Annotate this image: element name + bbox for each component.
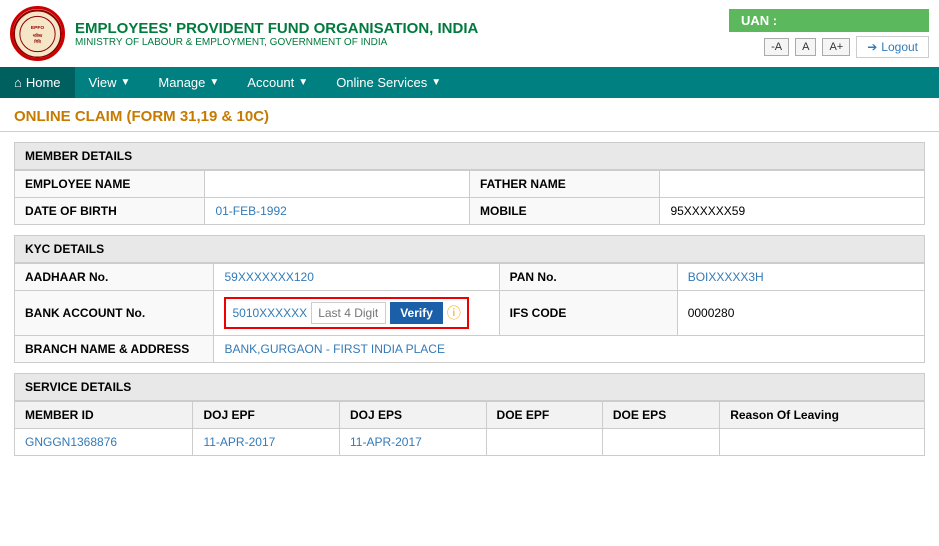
uan-box: UAN :	[729, 9, 929, 32]
nav-manage[interactable]: Manage ▼	[144, 67, 233, 98]
dob-value: 01-FEB-1992	[205, 198, 470, 225]
chevron-down-icon: ▼	[121, 77, 131, 88]
chevron-down-icon: ▼	[431, 77, 441, 88]
org-name: EMPLOYEES' PROVIDENT FUND ORGANISATION, …	[75, 20, 478, 37]
col-member-id: MEMBER ID	[15, 402, 193, 429]
member-id-value[interactable]: GNGGN1368876	[15, 429, 193, 456]
service-details-table: MEMBER ID DOJ EPF DOJ EPS DOE EPF DOE EP…	[14, 401, 925, 456]
bank-account-label: BANK ACCOUNT No.	[15, 291, 214, 336]
org-logo: EPFO भविष्य निधि	[10, 6, 65, 61]
org-info: EPFO भविष्य निधि EMPLOYEES' PROVIDENT FU…	[10, 6, 478, 61]
font-normal-button[interactable]: A	[795, 38, 816, 56]
doe-epf-value	[486, 429, 602, 456]
main-nav: ⌂ Home View ▼ Manage ▼ Account ▼ Online …	[0, 67, 939, 98]
logout-button[interactable]: ➔ Logout	[856, 36, 929, 58]
top-right: UAN : -A A A+ ➔ Logout	[729, 9, 929, 58]
nav-view[interactable]: View ▼	[75, 67, 145, 98]
ifs-value: 0000280	[677, 291, 924, 336]
font-increase-button[interactable]: A+	[822, 38, 850, 56]
doj-epf-value: 11-APR-2017	[193, 429, 340, 456]
employee-name-label: EMPLOYEE NAME	[15, 171, 205, 198]
header: EPFO भविष्य निधि EMPLOYEES' PROVIDENT FU…	[0, 0, 939, 67]
nav-manage-label: Manage	[158, 75, 205, 90]
nav-view-label: View	[89, 75, 117, 90]
org-text: EMPLOYEES' PROVIDENT FUND ORGANISATION, …	[75, 20, 478, 48]
member-details-header: MEMBER DETAILS	[14, 142, 925, 170]
table-row: EMPLOYEE NAME FATHER NAME	[15, 171, 925, 198]
font-decrease-button[interactable]: -A	[764, 38, 789, 56]
nav-account-label: Account	[247, 75, 294, 90]
nav-online-services-label: Online Services	[336, 75, 427, 90]
doj-eps-value: 11-APR-2017	[340, 429, 487, 456]
table-row: DATE OF BIRTH 01-FEB-1992 MOBILE 95XXXXX…	[15, 198, 925, 225]
reason-value	[720, 429, 925, 456]
table-row: BRANCH NAME & ADDRESS BANK,GURGAON - FIR…	[15, 336, 925, 363]
service-details-header: SERVICE DETAILS	[14, 373, 925, 401]
svg-text:भविष्य: भविष्य	[33, 32, 43, 37]
logout-icon: ➔	[867, 40, 877, 54]
top-controls: -A A A+ ➔ Logout	[764, 36, 929, 58]
org-sub: MINISTRY OF LABOUR & EMPLOYMENT, GOVERNM…	[75, 37, 478, 48]
bank-account-wrapper: 5010XXXXXX Verify ⓘ	[224, 297, 468, 329]
doe-eps-value	[602, 429, 719, 456]
pan-value: BOIXXXXX3H	[677, 264, 924, 291]
home-icon: ⌂	[14, 75, 22, 90]
svg-text:EPFO: EPFO	[31, 25, 45, 31]
ifs-label: IFS CODE	[499, 291, 677, 336]
table-row: AADHAAR No. 59XXXXXXX120 PAN No. BOIXXXX…	[15, 264, 925, 291]
employee-name-value	[205, 171, 470, 198]
dob-label: DATE OF BIRTH	[15, 198, 205, 225]
nav-home-label: Home	[26, 75, 61, 90]
mobile-value: 95XXXXXX59	[660, 198, 925, 225]
nav-home[interactable]: ⌂ Home	[0, 67, 75, 98]
table-row: BANK ACCOUNT No. 5010XXXXXX Verify ⓘ IFS…	[15, 291, 925, 336]
aadhaar-label: AADHAAR No.	[15, 264, 214, 291]
aadhaar-value: 59XXXXXXX120	[214, 264, 499, 291]
chevron-down-icon: ▼	[298, 77, 308, 88]
info-icon[interactable]: ⓘ	[447, 303, 461, 323]
svg-text:निधि: निधि	[33, 38, 41, 43]
verify-button[interactable]: Verify	[390, 302, 443, 324]
col-doj-eps: DOJ EPS	[340, 402, 487, 429]
branch-value: BANK,GURGAON - FIRST INDIA PLACE	[214, 336, 925, 363]
branch-label: BRANCH NAME & ADDRESS	[15, 336, 214, 363]
col-doe-epf: DOE EPF	[486, 402, 602, 429]
father-name-label: FATHER NAME	[469, 171, 659, 198]
col-doe-eps: DOE EPS	[602, 402, 719, 429]
table-header-row: MEMBER ID DOJ EPF DOJ EPS DOE EPF DOE EP…	[15, 402, 925, 429]
chevron-down-icon: ▼	[209, 77, 219, 88]
kyc-details-header: KYC DETAILS	[14, 235, 925, 263]
bank-account-cell: 5010XXXXXX Verify ⓘ	[214, 291, 499, 336]
mobile-label: MOBILE	[469, 198, 659, 225]
kyc-details-table: AADHAAR No. 59XXXXXXX120 PAN No. BOIXXXX…	[14, 263, 925, 363]
pan-label: PAN No.	[499, 264, 677, 291]
member-details-table: EMPLOYEE NAME FATHER NAME DATE OF BIRTH …	[14, 170, 925, 225]
bank-account-number: 5010XXXXXX	[232, 306, 307, 320]
col-doj-epf: DOJ EPF	[193, 402, 340, 429]
col-reason: Reason Of Leaving	[720, 402, 925, 429]
page-title: ONLINE CLAIM (FORM 31,19 & 10C)	[0, 98, 939, 132]
main-content: MEMBER DETAILS EMPLOYEE NAME FATHER NAME…	[0, 132, 939, 466]
table-row: GNGGN1368876 11-APR-2017 11-APR-2017	[15, 429, 925, 456]
nav-account[interactable]: Account ▼	[233, 67, 322, 98]
logout-label: Logout	[881, 40, 918, 54]
nav-online-services[interactable]: Online Services ▼	[322, 67, 455, 98]
last4-input[interactable]	[311, 302, 386, 324]
father-name-value	[660, 171, 925, 198]
